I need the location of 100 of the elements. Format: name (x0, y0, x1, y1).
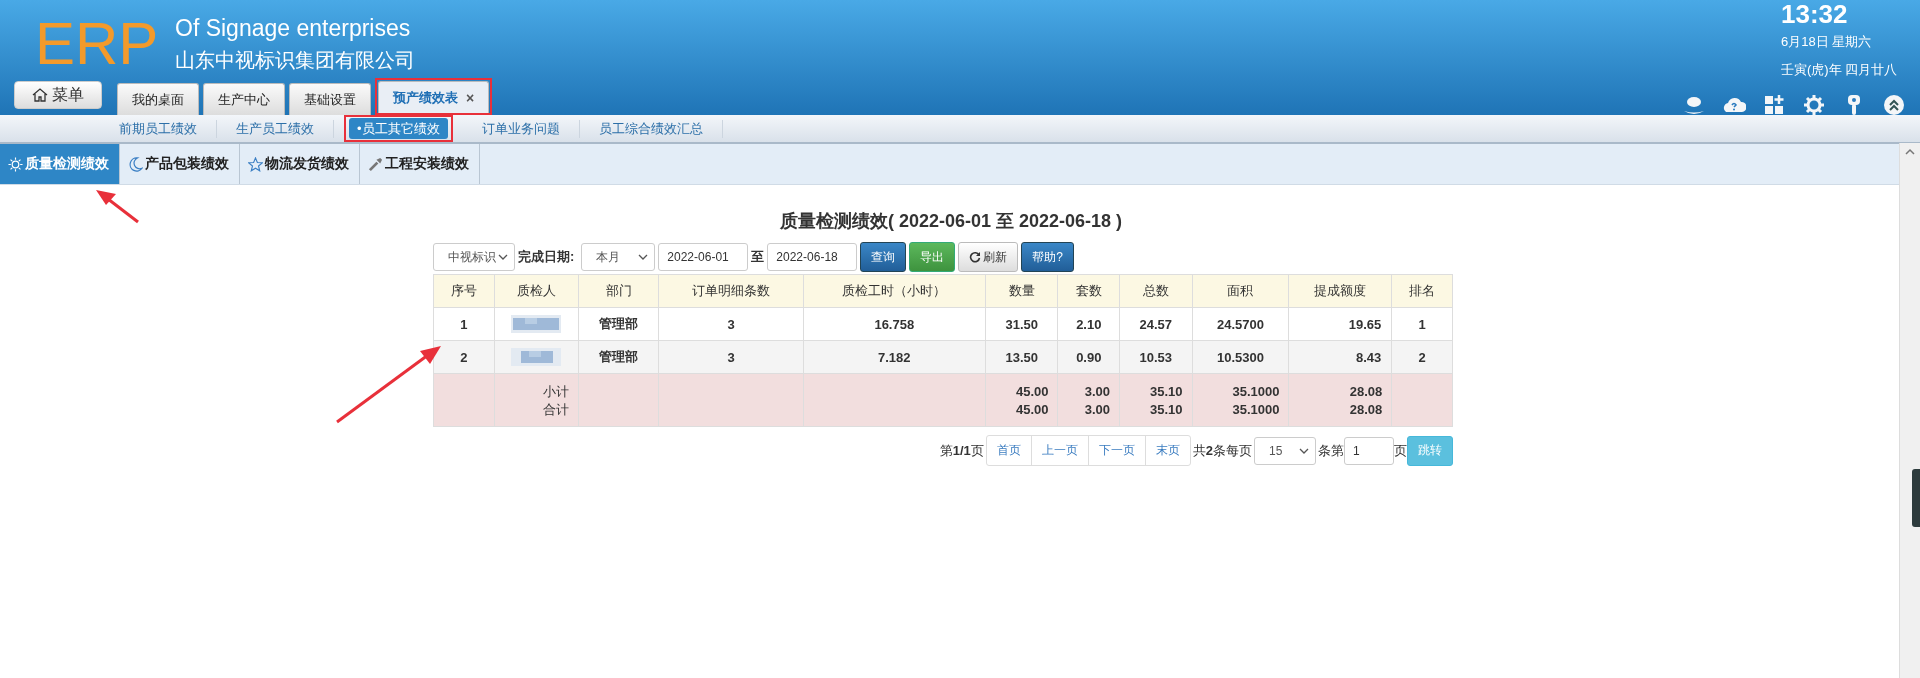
table-cell: 2.10 (1057, 307, 1120, 341)
refresh-icon (969, 251, 982, 263)
page-label: 页 (1394, 441, 1407, 460)
table-cell: 19.65 (1288, 307, 1392, 341)
moon-icon (128, 156, 143, 172)
tab[interactable]: 预产绩效表 × (378, 81, 490, 113)
module-tab[interactable]: 物流发货绩效 (240, 144, 360, 184)
clock-date: 6月18日 星期六 (1781, 33, 1873, 51)
column-header: 数量 (985, 274, 1058, 308)
table-cell: 10.53 (1119, 340, 1193, 374)
caret-icon (638, 254, 649, 260)
table-cell: 3 (658, 307, 804, 341)
table-cell: 24.5700 (1192, 307, 1289, 341)
subnav-item[interactable]: 员工综合绩效汇总 (579, 119, 723, 138)
lunar-date: 壬寅(虎)年 四月廿八 (1781, 61, 1899, 79)
tab[interactable]: 基础设置 (289, 83, 371, 115)
subnav-item[interactable]: 生产员工绩效 (217, 119, 334, 138)
add-widget-icon[interactable] (1762, 93, 1786, 117)
module-tab[interactable]: 产品包装绩效 (120, 144, 240, 184)
summary-value: 35.10 (1150, 401, 1183, 417)
subnav-item[interactable]: 前期员工绩效 (100, 119, 217, 138)
logo-text: ERP (35, 12, 160, 76)
period-select[interactable]: 本月 (581, 243, 656, 271)
toolbar-button[interactable]: 帮助? (1021, 242, 1075, 272)
summary-value: 28.08 (1349, 383, 1383, 399)
close-icon[interactable]: × (466, 89, 475, 106)
table-cell: 1 (1391, 307, 1453, 341)
end-date-field[interactable]: 2022-06-18 (767, 243, 858, 271)
blurred-name-drawing (511, 315, 562, 333)
pager-link[interactable]: 下一页 (1088, 436, 1146, 465)
menu-button[interactable]: 菜单 (14, 81, 102, 109)
table-cell: 7.182 (803, 340, 986, 374)
table-cell: 24.57 (1119, 307, 1193, 341)
clock-time: 13:32 (1781, 0, 1849, 28)
column-header: 订单明细条数 (658, 274, 804, 308)
side-handle[interactable] (1912, 469, 1920, 527)
page-info: 第1/1页 (939, 441, 984, 460)
date-label: 完成日期: (518, 248, 575, 266)
caret-icon (498, 254, 508, 260)
table-cell: 2 (1391, 340, 1453, 374)
subnav-item[interactable]: 订单业务问题 (462, 119, 580, 138)
caret-icon (1299, 447, 1309, 454)
table-cell: 8.43 (1288, 340, 1392, 374)
page-unit-label: 条第 (1318, 441, 1344, 460)
page-number-field[interactable]: 1 (1344, 436, 1394, 465)
table-cell: 10.5300 (1192, 340, 1289, 374)
collapse-icon[interactable] (1882, 93, 1906, 117)
pager-link[interactable]: 上一页 (1031, 436, 1089, 465)
settings-icon[interactable] (1802, 93, 1826, 117)
column-header: 面积 (1192, 274, 1289, 308)
column-header: 提成额度 (1288, 274, 1392, 308)
wrench-icon (368, 156, 383, 172)
table-cell: 3 (658, 340, 804, 374)
company-select[interactable]: 中视标识 (433, 243, 515, 271)
column-header: 质检人 (494, 274, 579, 308)
home-icon (32, 87, 48, 103)
total-label: 共2条每页 (1192, 441, 1252, 460)
table-cell: 16.758 (803, 307, 986, 341)
start-date-field[interactable]: 2022-06-01 (658, 243, 749, 271)
system-title: Of Signage enterprises (175, 15, 412, 42)
column-header: 质检工时（小时） (803, 274, 986, 308)
summary-value: 45.00 (1015, 401, 1049, 417)
star-icon (248, 156, 263, 172)
module-tab[interactable]: 质量检测绩效 (0, 144, 120, 184)
table-cell: 管理部 (578, 340, 659, 374)
column-header: 总数 (1119, 274, 1193, 308)
summary-value: 35.1000 (1232, 383, 1280, 399)
summary-value: 28.08 (1349, 401, 1383, 417)
tab[interactable]: 我的桌面 (117, 83, 199, 115)
company-name: 山东中视标识集团有限公司 (175, 48, 415, 73)
tab[interactable]: 生产中心 (203, 83, 285, 115)
table-cell: 13.50 (985, 340, 1058, 374)
pager-link[interactable]: 末页 (1145, 436, 1190, 465)
table-cell: 31.50 (985, 307, 1058, 341)
summary-value: 3.00 (1084, 401, 1111, 417)
subnav-item[interactable]: •员工其它绩效 (349, 118, 448, 139)
to-label: 至 (751, 248, 765, 266)
summary-value: 3.00 (1084, 383, 1111, 399)
page-size-select[interactable]: 15 (1254, 436, 1316, 465)
table-cell: 2 (433, 340, 495, 374)
annotation-arrow (96, 190, 139, 224)
summary-label: 小计 (542, 383, 569, 399)
table-cell: 1 (433, 307, 495, 341)
column-header: 排名 (1391, 274, 1453, 308)
module-tab[interactable]: 工程安装绩效 (360, 144, 480, 184)
toolbar-button[interactable]: 查询 (860, 242, 907, 272)
summary-label: 合计 (542, 401, 569, 417)
table-cell: 0.90 (1057, 340, 1120, 374)
pager-link[interactable]: 首页 (986, 436, 1032, 465)
summary-value: 35.1000 (1232, 401, 1280, 417)
toolbar-button[interactable]: 刷新 (958, 242, 1019, 272)
column-header: 套数 (1057, 274, 1120, 308)
blurred-name-drawing (511, 348, 562, 366)
report-title: 质量检测绩效( 2022-06-01 至 2022-06-18 ) (778, 210, 1124, 233)
table-cell: 管理部 (578, 307, 659, 341)
summary-value: 35.10 (1150, 383, 1183, 399)
column-header: 序号 (433, 274, 495, 308)
column-header: 部门 (578, 274, 659, 308)
summary-value: 45.00 (1015, 383, 1049, 399)
sun-icon (8, 156, 23, 172)
